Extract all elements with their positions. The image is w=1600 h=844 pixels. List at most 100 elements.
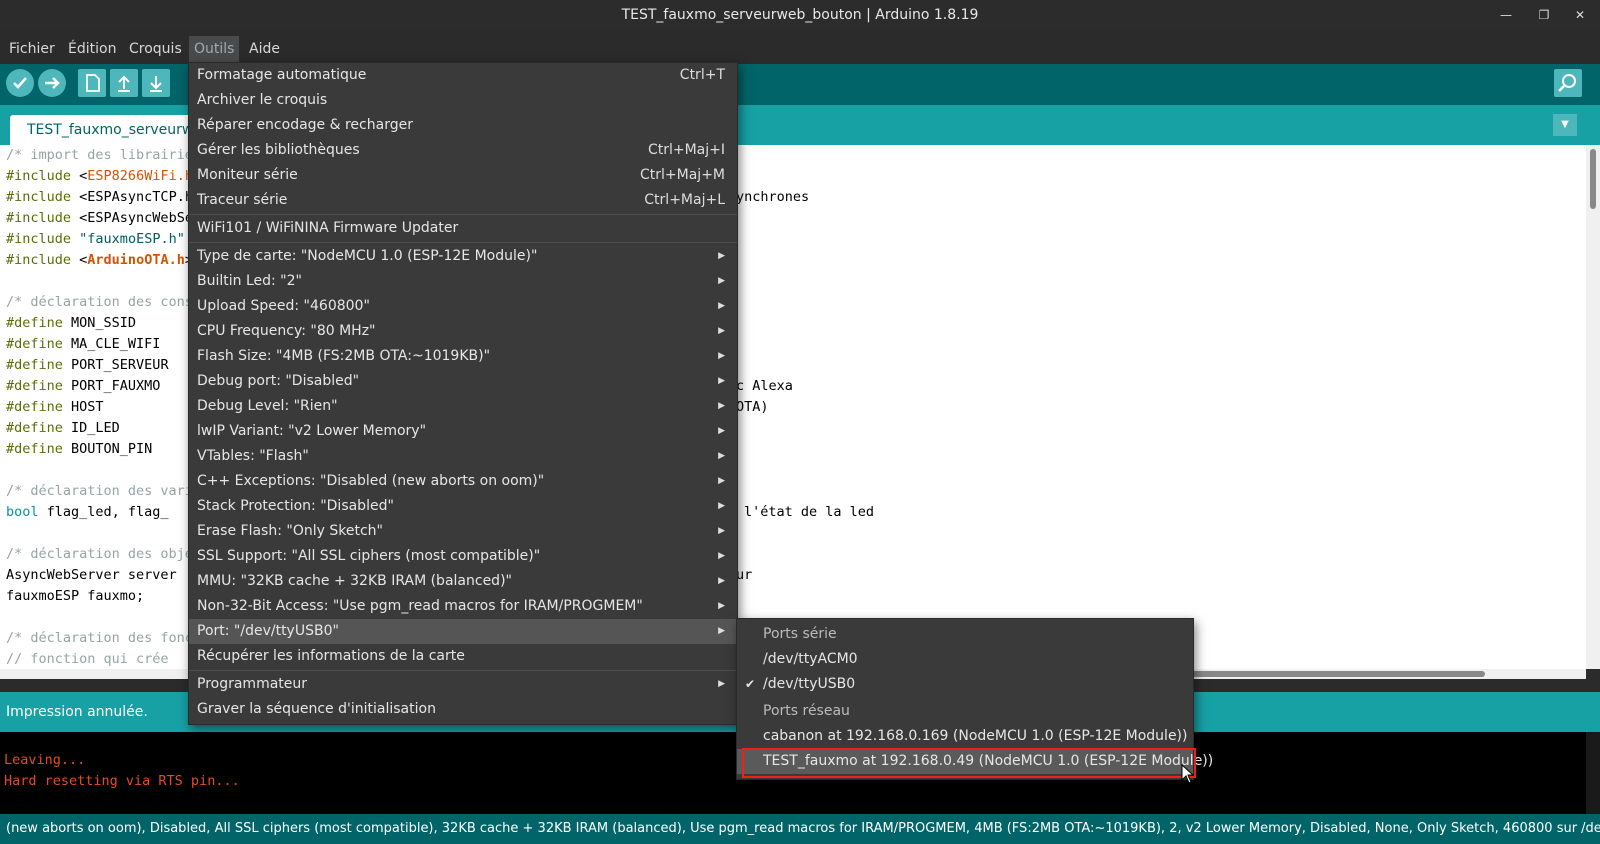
port-item-ttyacm0[interactable]: /dev/ttyACM0 [737,647,1193,672]
menu-item-upload-speed[interactable]: Upload Speed: "460800" ▶ [189,294,737,319]
submenu-arrow-icon: ▶ [718,451,725,461]
port-item-cabanon[interactable]: cabanon at 192.168.0.169 (NodeMCU 1.0 (E… [737,724,1193,749]
menu-item-programmateur[interactable]: Programmateur ▶ [189,672,737,697]
serial-monitor-button[interactable] [1554,69,1582,97]
menu-item-label: Traceur série [197,192,288,208]
port-label: /dev/ttyUSB0 [763,676,856,692]
menu-item-stack-protection[interactable]: Stack Protection: "Disabled" ▶ [189,494,737,519]
menu-item-vtables[interactable]: VTables: "Flash" ▶ [189,444,737,469]
menu-item-label: Builtin Led: "2" [197,273,302,289]
menu-item-label: Moniteur série [197,167,298,183]
code-fragment: l'état de la led [744,504,875,520]
menu-item-label: Récupérer les informations de la carte [197,648,465,664]
header-label: Ports réseau [763,703,850,719]
menu-item-archiver[interactable]: Archiver le croquis [189,88,737,113]
close-icon[interactable]: ✕ [1572,7,1588,23]
code-line: // fonction qui crée [6,651,169,667]
menu-item-label: Non-32-Bit Access: "Use pgm_read macros … [197,598,643,614]
submenu-arrow-icon: ▶ [718,401,725,411]
menu-item-builtin-led[interactable]: Builtin Led: "2" ▶ [189,269,737,294]
port-item-ttyusb0[interactable]: ✔ /dev/ttyUSB0 [737,672,1193,697]
menu-item-debug-level[interactable]: Debug Level: "Rien" ▶ [189,394,737,419]
arrow-down-icon [150,76,162,92]
tab-menu-chevron-down-icon[interactable]: ▼ [1553,114,1577,136]
menu-item-ssl-support[interactable]: SSL Support: "All SSL ciphers (most comp… [189,544,737,569]
code-line: #define BOUTON_PIN [6,441,153,457]
menu-item-label: Port: "/dev/ttyUSB0" [197,623,339,639]
code-line: #define HOST [6,399,104,415]
tab-sketch[interactable]: TEST_fauxmo_serveurweb_bouton [10,115,200,145]
submenu-arrow-icon: ▶ [718,476,725,486]
code-fragment: ynchrones [736,189,810,205]
shortcut: Ctrl+Maj+I [647,142,725,158]
checkmark-icon: ✔ [745,677,756,691]
code-line: #include <ESP8266WiFi.h> [6,168,201,184]
code-line: #include <ArduinoOTA.h> [6,252,193,268]
new-button[interactable] [78,69,106,97]
code-line: bool flag_led, flag_ [6,504,169,520]
board-info-footer: (new aborts on oom), Disabled, All SSL c… [0,814,1600,844]
header-label: Ports série [763,626,837,642]
menu-aide[interactable]: Aide [244,36,285,62]
menu-separator [189,214,737,215]
menu-item-reparer[interactable]: Réparer encodage & recharger [189,113,737,138]
save-button[interactable] [142,69,170,97]
port-label: cabanon at 192.168.0.169 (NodeMCU 1.0 (E… [763,728,1188,744]
menu-fichier[interactable]: Fichier [4,36,60,62]
editor-vertical-scrollbar[interactable] [1586,145,1600,669]
mouse-cursor-icon [1181,764,1195,784]
code-line: #define ID_LED [6,420,120,436]
menu-item-label: Réparer encodage & recharger [197,117,413,133]
menu-item-label: SSL Support: "All SSL ciphers (most comp… [197,548,541,564]
menu-edition[interactable]: Édition [63,36,121,62]
menu-item-moniteur-serie[interactable]: Moniteur série Ctrl+Maj+M [189,163,737,188]
menu-separator [189,242,737,243]
menu-item-gerer-bibliotheques[interactable]: Gérer les bibliothèques Ctrl+Maj+I [189,138,737,163]
menubar: Fichier Édition Croquis Outils Aide [0,36,1600,62]
menu-item-label: Archiver le croquis [197,92,328,108]
console-line: Leaving... [4,752,86,768]
menu-item-non-32-bit-access[interactable]: Non-32-Bit Access: "Use pgm_read macros … [189,594,737,619]
code-fragment: ur [736,567,753,583]
menu-item-label: Stack Protection: "Disabled" [197,498,394,514]
scroll-thumb[interactable] [1590,149,1596,209]
submenu-arrow-icon: ▶ [718,326,725,336]
menu-item-debug-port[interactable]: Debug port: "Disabled" ▶ [189,369,737,394]
menu-item-label: Graver la séquence d'initialisation [197,701,436,717]
menu-outils[interactable]: Outils [189,36,240,62]
window-titlebar: TEST_fauxmo_serveurweb_bouton | Arduino … [0,0,1600,30]
submenu-arrow-icon: ▶ [718,251,725,261]
submenu-arrow-icon: ▶ [718,679,725,689]
shortcut: Ctrl+Maj+L [644,192,725,208]
verify-button[interactable] [6,69,34,97]
window-title: TEST_fauxmo_serveurweb_bouton | Arduino … [621,7,979,23]
arrow-up-icon [118,75,130,92]
code-fragment: OTA) [736,399,769,415]
menu-item-label: Flash Size: "4MB (FS:2MB OTA:~1019KB)" [197,348,491,364]
menu-item-traceur-serie[interactable]: Traceur série Ctrl+Maj+L [189,188,737,213]
upload-button[interactable] [38,69,66,97]
menu-item-type-carte[interactable]: Type de carte: "NodeMCU 1.0 (ESP-12E Mod… [189,244,737,269]
open-button[interactable] [110,69,138,97]
menu-item-cpu-frequency[interactable]: CPU Frequency: "80 MHz" ▶ [189,319,737,344]
submenu-arrow-icon: ▶ [718,351,725,361]
menu-item-port[interactable]: Port: "/dev/ttyUSB0" ▶ [189,619,737,644]
menu-item-recuperer-infos[interactable]: Récupérer les informations de la carte [189,644,737,669]
menu-item-formatage[interactable]: Formatage automatique Ctrl+T [189,63,737,88]
menu-item-erase-flash[interactable]: Erase Flash: "Only Sketch" ▶ [189,519,737,544]
menu-item-lwip-variant[interactable]: lwIP Variant: "v2 Lower Memory" ▶ [189,419,737,444]
menu-item-label: Type de carte: "NodeMCU 1.0 (ESP-12E Mod… [197,248,538,264]
magnifier-icon [1558,74,1576,92]
menu-item-flash-size[interactable]: Flash Size: "4MB (FS:2MB OTA:~1019KB)" ▶ [189,344,737,369]
menu-item-wifi101[interactable]: WiFi101 / WiFiNINA Firmware Updater [189,216,737,241]
maximize-icon[interactable]: ❐ [1536,7,1552,23]
menu-item-mmu[interactable]: MMU: "32KB cache + 32KB IRAM (balanced)"… [189,569,737,594]
console-scrollbar[interactable] [1586,732,1600,814]
port-label: /dev/ttyACM0 [763,651,858,667]
menu-croquis[interactable]: Croquis [124,36,187,62]
menu-item-label: C++ Exceptions: "Disabled (new aborts on… [197,473,545,489]
menu-item-graver-sequence[interactable]: Graver la séquence d'initialisation [189,697,737,722]
menu-item-cpp-exceptions[interactable]: C++ Exceptions: "Disabled (new aborts on… [189,469,737,494]
menu-item-label: WiFi101 / WiFiNINA Firmware Updater [197,220,459,236]
minimize-icon[interactable]: — [1498,7,1514,23]
